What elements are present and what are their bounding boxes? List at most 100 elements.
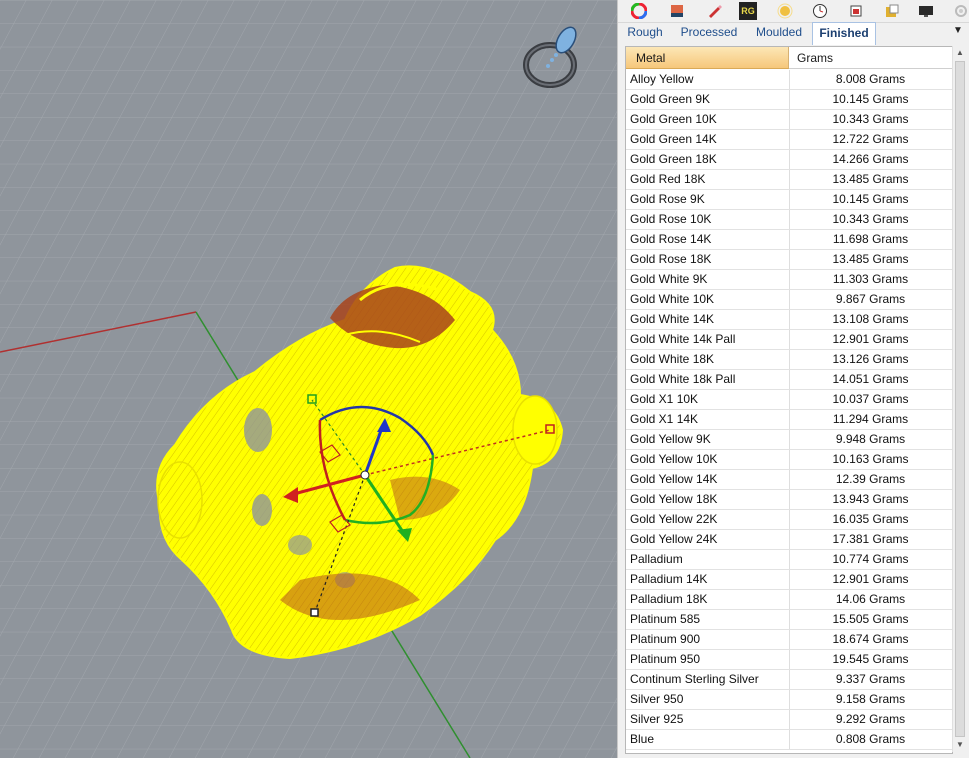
- material-icon[interactable]: [883, 2, 901, 20]
- table-row[interactable]: Gold Green 9K 10.145 Grams: [626, 90, 952, 110]
- cell-metal: Gold Yellow 22K: [630, 512, 718, 526]
- table-row[interactable]: Continum Sterling Silver 9.337 Grams: [626, 670, 952, 690]
- cell-grams: 9.867 Grams: [835, 292, 906, 306]
- display-icon[interactable]: [917, 2, 935, 20]
- cell-metal: Continum Sterling Silver: [630, 672, 759, 686]
- table-row[interactable]: Gold X1 14K 11.294 Grams: [626, 410, 952, 430]
- tab-menu-dropdown-icon[interactable]: ▼: [951, 25, 965, 39]
- table-row[interactable]: Platinum 950 19.545 Grams: [626, 650, 952, 670]
- cell-grams: 12.722 Grams: [832, 132, 909, 146]
- gizmo-z-handle[interactable]: [310, 608, 319, 617]
- scroll-up-arrow-icon[interactable]: ▲: [953, 46, 967, 60]
- cell-metal: Blue: [630, 732, 655, 746]
- table-row[interactable]: Gold White 18K 13.126 Grams: [626, 350, 952, 370]
- cell-metal: Gold Rose 14K: [630, 232, 712, 246]
- pen-icon[interactable]: [705, 2, 723, 20]
- cell-grams: 9.337 Grams: [835, 672, 906, 686]
- table-row[interactable]: Gold Yellow 18K 13.943 Grams: [626, 490, 952, 510]
- cell-grams: 11.294 Grams: [832, 412, 909, 426]
- cell-grams: 13.485 Grams: [832, 252, 909, 266]
- cell-metal: Gold White 10K: [630, 292, 715, 306]
- table-row[interactable]: Gold Rose 14K 11.698 Grams: [626, 230, 952, 250]
- table-row[interactable]: Gold White 9K 11.303 Grams: [626, 270, 952, 290]
- table-row[interactable]: Platinum 585 15.505 Grams: [626, 610, 952, 630]
- scrollbar-thumb[interactable]: [955, 61, 965, 737]
- cell-grams: 10.163 Grams: [832, 452, 909, 466]
- cell-metal: Gold Rose 10K: [630, 212, 712, 226]
- table-row[interactable]: Palladium 14K 12.901 Grams: [626, 570, 952, 590]
- table-row[interactable]: Gold Yellow 14K 12.39 Grams: [626, 470, 952, 490]
- table-row[interactable]: Gold White 18k Pall 14.051 Grams: [626, 370, 952, 390]
- table-row[interactable]: Gold White 10K 9.867 Grams: [626, 290, 952, 310]
- tab-processed[interactable]: Processed: [674, 22, 744, 43]
- table-row[interactable]: Silver 950 9.158 Grams: [626, 690, 952, 710]
- cell-metal: Gold Yellow 14K: [630, 472, 718, 486]
- metal-weight-panel: RG Rough Processed Moulded Finished ▼ Me…: [617, 0, 969, 758]
- tab-rough[interactable]: Rough: [624, 22, 666, 43]
- cell-grams: 9.948 Grams: [835, 432, 906, 446]
- table-row[interactable]: Palladium 18K 14.06 Grams: [626, 590, 952, 610]
- table-header: Metal Grams: [626, 47, 952, 69]
- table-row[interactable]: Gold White 14k Pall 12.901 Grams: [626, 330, 952, 350]
- layer-icon[interactable]: [668, 2, 686, 20]
- cell-grams: 18.674 Grams: [832, 632, 909, 646]
- table-scrollbar[interactable]: ▲ ▼: [952, 46, 967, 752]
- table-row[interactable]: Silver 925 9.292 Grams: [626, 710, 952, 730]
- cell-metal: Gold Green 10K: [630, 112, 717, 126]
- color-wheel-icon[interactable]: [630, 2, 648, 20]
- panel-toolbar: RG: [618, 0, 969, 23]
- sun-icon[interactable]: [776, 2, 794, 20]
- table-body: Alloy Yellow 8.008 Grams Gold Green 9K 10.1…: [626, 70, 952, 750]
- table-row[interactable]: Blue 0.808 Grams: [626, 730, 952, 750]
- viewport-3d[interactable]: [0, 0, 617, 758]
- cell-metal: Gold Yellow 24K: [630, 532, 718, 546]
- table-row[interactable]: Gold Red 18K 13.485 Grams: [626, 170, 952, 190]
- table-row[interactable]: Gold White 14K 13.108 Grams: [626, 310, 952, 330]
- table-row[interactable]: Gold X1 10K 10.037 Grams: [626, 390, 952, 410]
- table-row[interactable]: Gold Rose 10K 10.343 Grams: [626, 210, 952, 230]
- cell-metal: Gold Green 14K: [630, 132, 717, 146]
- cell-metal: Gold Rose 9K: [630, 192, 705, 206]
- table-row[interactable]: Gold Yellow 9K 9.948 Grams: [626, 430, 952, 450]
- table-row[interactable]: Palladium 10.774 Grams: [626, 550, 952, 570]
- cell-metal: Gold Green 18K: [630, 152, 717, 166]
- tab-finished[interactable]: Finished: [812, 22, 876, 45]
- table-row[interactable]: Gold Green 18K 14.266 Grams: [626, 150, 952, 170]
- cell-grams: 14.266 Grams: [832, 152, 909, 166]
- cell-metal: Silver 950: [630, 692, 684, 706]
- cell-metal: Silver 925: [630, 712, 684, 726]
- tab-moulded[interactable]: Moulded: [748, 22, 810, 43]
- cell-grams: 11.303 Grams: [832, 272, 909, 286]
- settings-gear-icon[interactable]: [952, 2, 969, 20]
- table-row[interactable]: Gold Green 10K 10.343 Grams: [626, 110, 952, 130]
- table-row[interactable]: Gold Yellow 24K 17.381 Grams: [626, 530, 952, 550]
- table-row[interactable]: Alloy Yellow 8.008 Grams: [626, 70, 952, 90]
- table-row[interactable]: Gold Rose 18K 13.485 Grams: [626, 250, 952, 270]
- cell-grams: 10.343 Grams: [832, 212, 909, 226]
- cell-metal: Gold Rose 18K: [630, 252, 712, 266]
- cell-grams: 8.008 Grams: [835, 72, 906, 86]
- cell-metal: Platinum 900: [630, 632, 701, 646]
- column-header-grams[interactable]: Grams: [789, 47, 952, 69]
- tab-strip: Rough Processed Moulded Finished: [624, 22, 969, 45]
- table-row[interactable]: Gold Green 14K 12.722 Grams: [626, 130, 952, 150]
- column-header-metal[interactable]: Metal: [626, 47, 789, 69]
- rg-icon[interactable]: RG: [739, 2, 757, 20]
- table-row[interactable]: Gold Yellow 22K 16.035 Grams: [626, 510, 952, 530]
- scroll-down-arrow-icon[interactable]: ▼: [953, 738, 967, 752]
- table-row[interactable]: Gold Yellow 10K 10.163 Grams: [626, 450, 952, 470]
- clock-icon[interactable]: [811, 2, 829, 20]
- table-row[interactable]: Gold Rose 9K 10.145 Grams: [626, 190, 952, 210]
- cell-grams: 12.901 Grams: [832, 572, 909, 586]
- render-icon[interactable]: [847, 2, 865, 20]
- viewport-canvas[interactable]: [0, 0, 617, 758]
- cell-metal: Gold White 9K: [630, 272, 708, 286]
- cell-metal: Platinum 950: [630, 652, 701, 666]
- table-row[interactable]: Platinum 900 18.674 Grams: [626, 630, 952, 650]
- cell-metal: Gold X1 10K: [630, 392, 699, 406]
- cell-grams: 14.06 Grams: [835, 592, 906, 606]
- cell-metal: Gold White 14k Pall: [630, 332, 736, 346]
- cell-grams: 17.381 Grams: [832, 532, 909, 546]
- cell-grams: 19.545 Grams: [832, 652, 909, 666]
- cell-metal: Gold Yellow 10K: [630, 452, 718, 466]
